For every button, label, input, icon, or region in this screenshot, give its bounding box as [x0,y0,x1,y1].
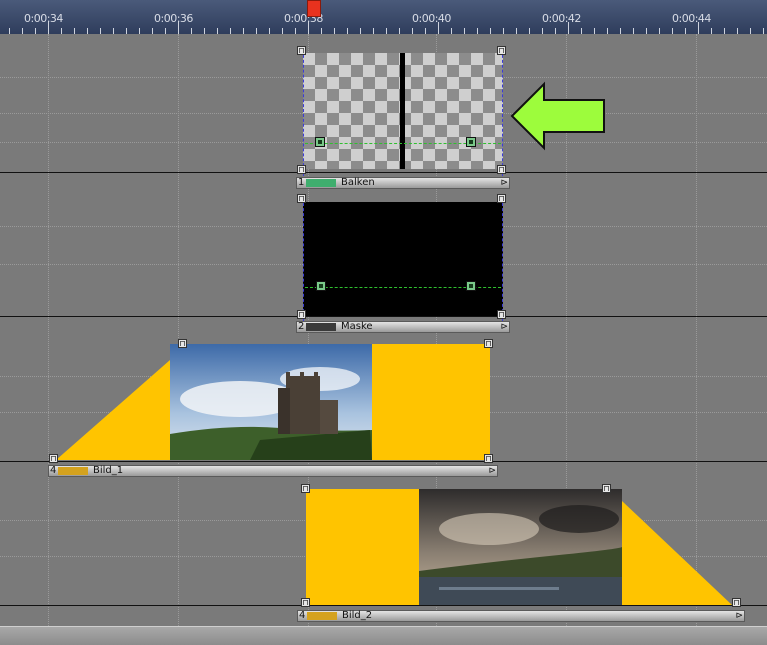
landscape-thumbnail [419,489,622,605]
clip-handle-icon[interactable]: ⊓ [297,165,306,174]
ruler-label-40: 0:00:40 [412,12,451,25]
clip-handle-icon[interactable]: ⊓ [297,194,306,203]
track-divider [0,316,767,317]
grid-line [48,34,50,626]
clip-handle-icon[interactable]: ⊓ [297,310,306,319]
clip-name: Balken [341,177,375,188]
clip-edge-line [303,50,304,176]
ruler-tick [178,22,179,34]
clip-name: Bild_1 [93,465,124,476]
grid-line [178,34,180,626]
track-divider [0,172,767,173]
clip-end-arrow-icon[interactable]: ⊳ [500,322,508,332]
time-ruler[interactable]: 0:00:34 0:00:36 0:00:38 0:00:40 0:00:42 … [0,0,767,34]
clip-handle-icon[interactable]: ⊓ [49,454,58,463]
clip-label-balken[interactable]: 1 Balken ⊳ [296,177,510,189]
keyframe-icon[interactable] [316,281,326,291]
maske-clip-preview[interactable] [303,202,503,316]
clip-handle-icon[interactable]: ⊓ [497,46,506,55]
clip-handle-icon[interactable]: ⊓ [484,454,493,463]
clip-color-swatch [307,612,337,620]
ruler-label-36: 0:00:36 [154,12,193,25]
horizontal-scrollbar[interactable] [0,626,767,645]
clip-end-arrow-icon[interactable]: ⊳ [488,466,496,476]
ruler-tick [48,22,49,34]
clip-name: Bild_2 [342,610,373,621]
castle-thumbnail [170,344,372,460]
clip-handle-icon[interactable]: ⊓ [602,484,611,493]
clip-edge-line [502,198,503,322]
clip-edge-line [502,50,503,176]
clip-label-maske[interactable]: 2 Maske ⊳ [296,321,510,333]
clip-color-swatch [58,467,88,475]
clip-handle-icon[interactable]: ⊓ [497,310,506,319]
clip-handle-icon[interactable]: ⊓ [301,598,310,607]
ruler-tick [308,22,309,34]
clip-handle-icon[interactable]: ⊓ [497,194,506,203]
ruler-tick [568,22,569,34]
clip-color-swatch [306,179,336,187]
clip-handle-icon[interactable]: ⊓ [297,46,306,55]
clip-end-arrow-icon[interactable]: ⊳ [735,611,743,621]
balken-bar [400,53,405,169]
clip-label-bild2[interactable]: 4 Bild_2 ⊳ [297,610,745,622]
clip-label-bild1[interactable]: 4 Bild_1 ⊳ [48,465,498,477]
ruler-tick [698,22,699,34]
clip-handle-icon[interactable]: ⊓ [497,165,506,174]
clip-end-arrow-icon[interactable]: ⊳ [500,178,508,188]
track-number: 4 [50,465,57,476]
clip-name: Maske [341,321,373,332]
keyframe-icon[interactable] [315,137,325,147]
clip-handle-icon[interactable]: ⊓ [301,484,310,493]
clip-edge-line [303,198,304,322]
ruler-label-34: 0:00:34 [24,12,63,25]
clip-handle-icon[interactable]: ⊓ [178,339,187,348]
track-number: 4 [299,610,306,621]
playhead-marker[interactable] [307,0,321,17]
keyframe-icon[interactable] [466,281,476,291]
keyframe-icon[interactable] [466,137,476,147]
ruler-label-44: 0:00:44 [672,12,711,25]
clip-color-swatch [306,323,336,331]
green-arrow-left-icon [510,81,605,151]
clip-handle-icon[interactable]: ⊓ [484,339,493,348]
track-number: 2 [298,321,305,332]
ruler-tick [438,22,439,34]
clip-handle-icon[interactable]: ⊓ [732,598,741,607]
track-number: 1 [298,177,305,188]
ruler-label-42: 0:00:42 [542,12,581,25]
